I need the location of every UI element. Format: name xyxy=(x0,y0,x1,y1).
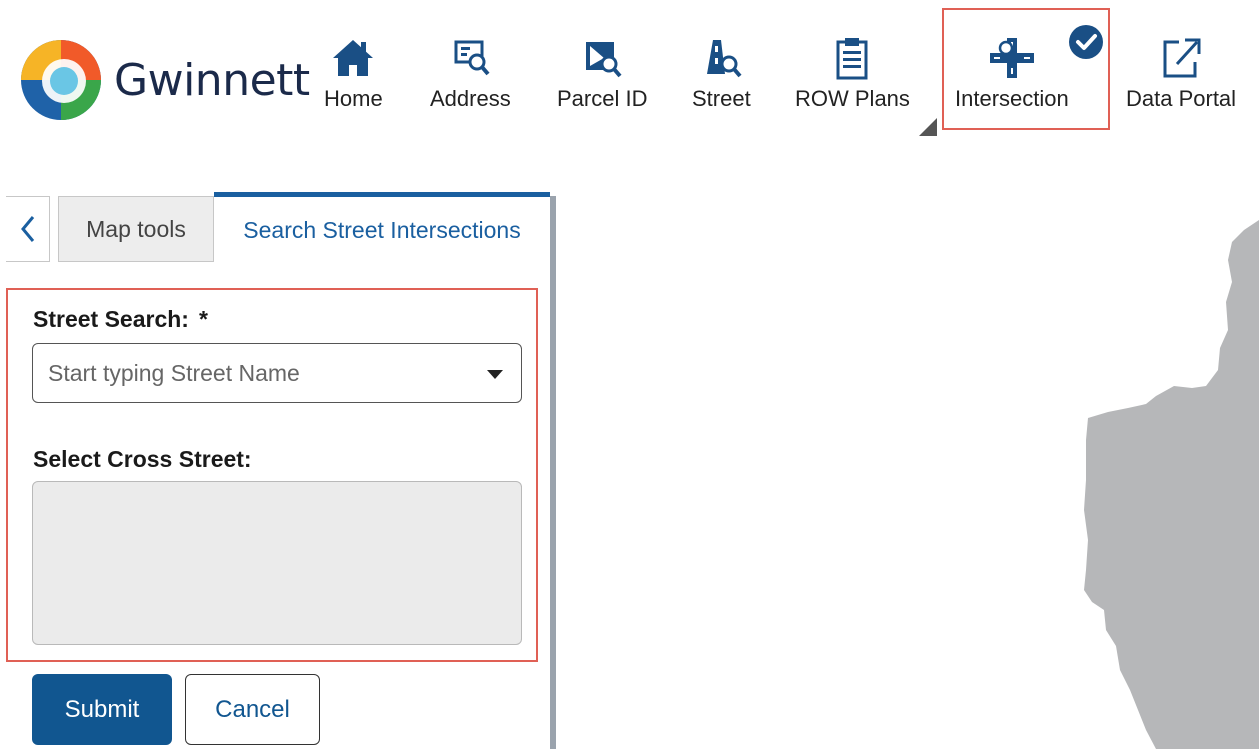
street-search-input[interactable]: Start typing Street Name xyxy=(32,343,522,403)
nav-label: Street xyxy=(692,86,751,111)
external-link-icon xyxy=(1163,38,1201,78)
nav-label: Intersection xyxy=(955,86,1069,111)
map-canvas[interactable] xyxy=(556,190,1259,749)
nav-label: Data Portal xyxy=(1126,86,1237,111)
cross-street-label: Select Cross Street: xyxy=(33,446,252,472)
clipboard-icon xyxy=(836,38,868,80)
address-search-icon xyxy=(454,40,490,76)
brand-name: Gwinnett xyxy=(114,54,310,106)
nav-home[interactable]: Home xyxy=(324,34,383,112)
street-search-label-text: Street Search: xyxy=(33,306,189,332)
street-search-placeholder: Start typing Street Name xyxy=(48,360,300,386)
home-icon xyxy=(333,40,374,76)
nav-address[interactable]: Address xyxy=(430,34,511,112)
nav-intersection[interactable]: Intersection xyxy=(955,34,1069,112)
submit-button[interactable]: Submit xyxy=(32,674,172,745)
street-search-label: Street Search: * xyxy=(33,306,208,333)
nav-street[interactable]: Street xyxy=(692,34,751,112)
street-search-icon xyxy=(707,40,742,78)
gwinnett-logo-icon xyxy=(21,40,101,120)
nav-data-portal[interactable]: Data Portal xyxy=(1126,34,1236,112)
nav-label: Parcel ID xyxy=(557,86,648,111)
brand-logo[interactable]: Gwinnett xyxy=(20,38,310,122)
check-circle-icon xyxy=(1069,25,1103,59)
panel-collapse-button[interactable] xyxy=(6,196,50,262)
parcel-search-icon xyxy=(586,42,622,78)
cancel-button[interactable]: Cancel xyxy=(185,674,320,745)
intersection-icon xyxy=(989,38,1034,78)
county-boundary-shape xyxy=(1084,220,1259,749)
nav-label: Home xyxy=(324,86,383,111)
nav-row-plans[interactable]: ROW Plans xyxy=(795,34,910,112)
tab-map-tools[interactable]: Map tools xyxy=(58,196,214,262)
nav-label: Address xyxy=(430,86,511,111)
nav-label: ROW Plans xyxy=(795,86,910,111)
nav-parcel-id[interactable]: Parcel ID xyxy=(557,34,647,112)
tab-search-street-intersections[interactable]: Search Street Intersections xyxy=(214,192,550,264)
cross-street-list[interactable] xyxy=(32,481,522,645)
menu-corner-indicator xyxy=(919,118,937,136)
required-mark: * xyxy=(198,306,208,332)
chevron-left-icon xyxy=(20,216,34,242)
caret-down-icon[interactable] xyxy=(487,370,503,379)
